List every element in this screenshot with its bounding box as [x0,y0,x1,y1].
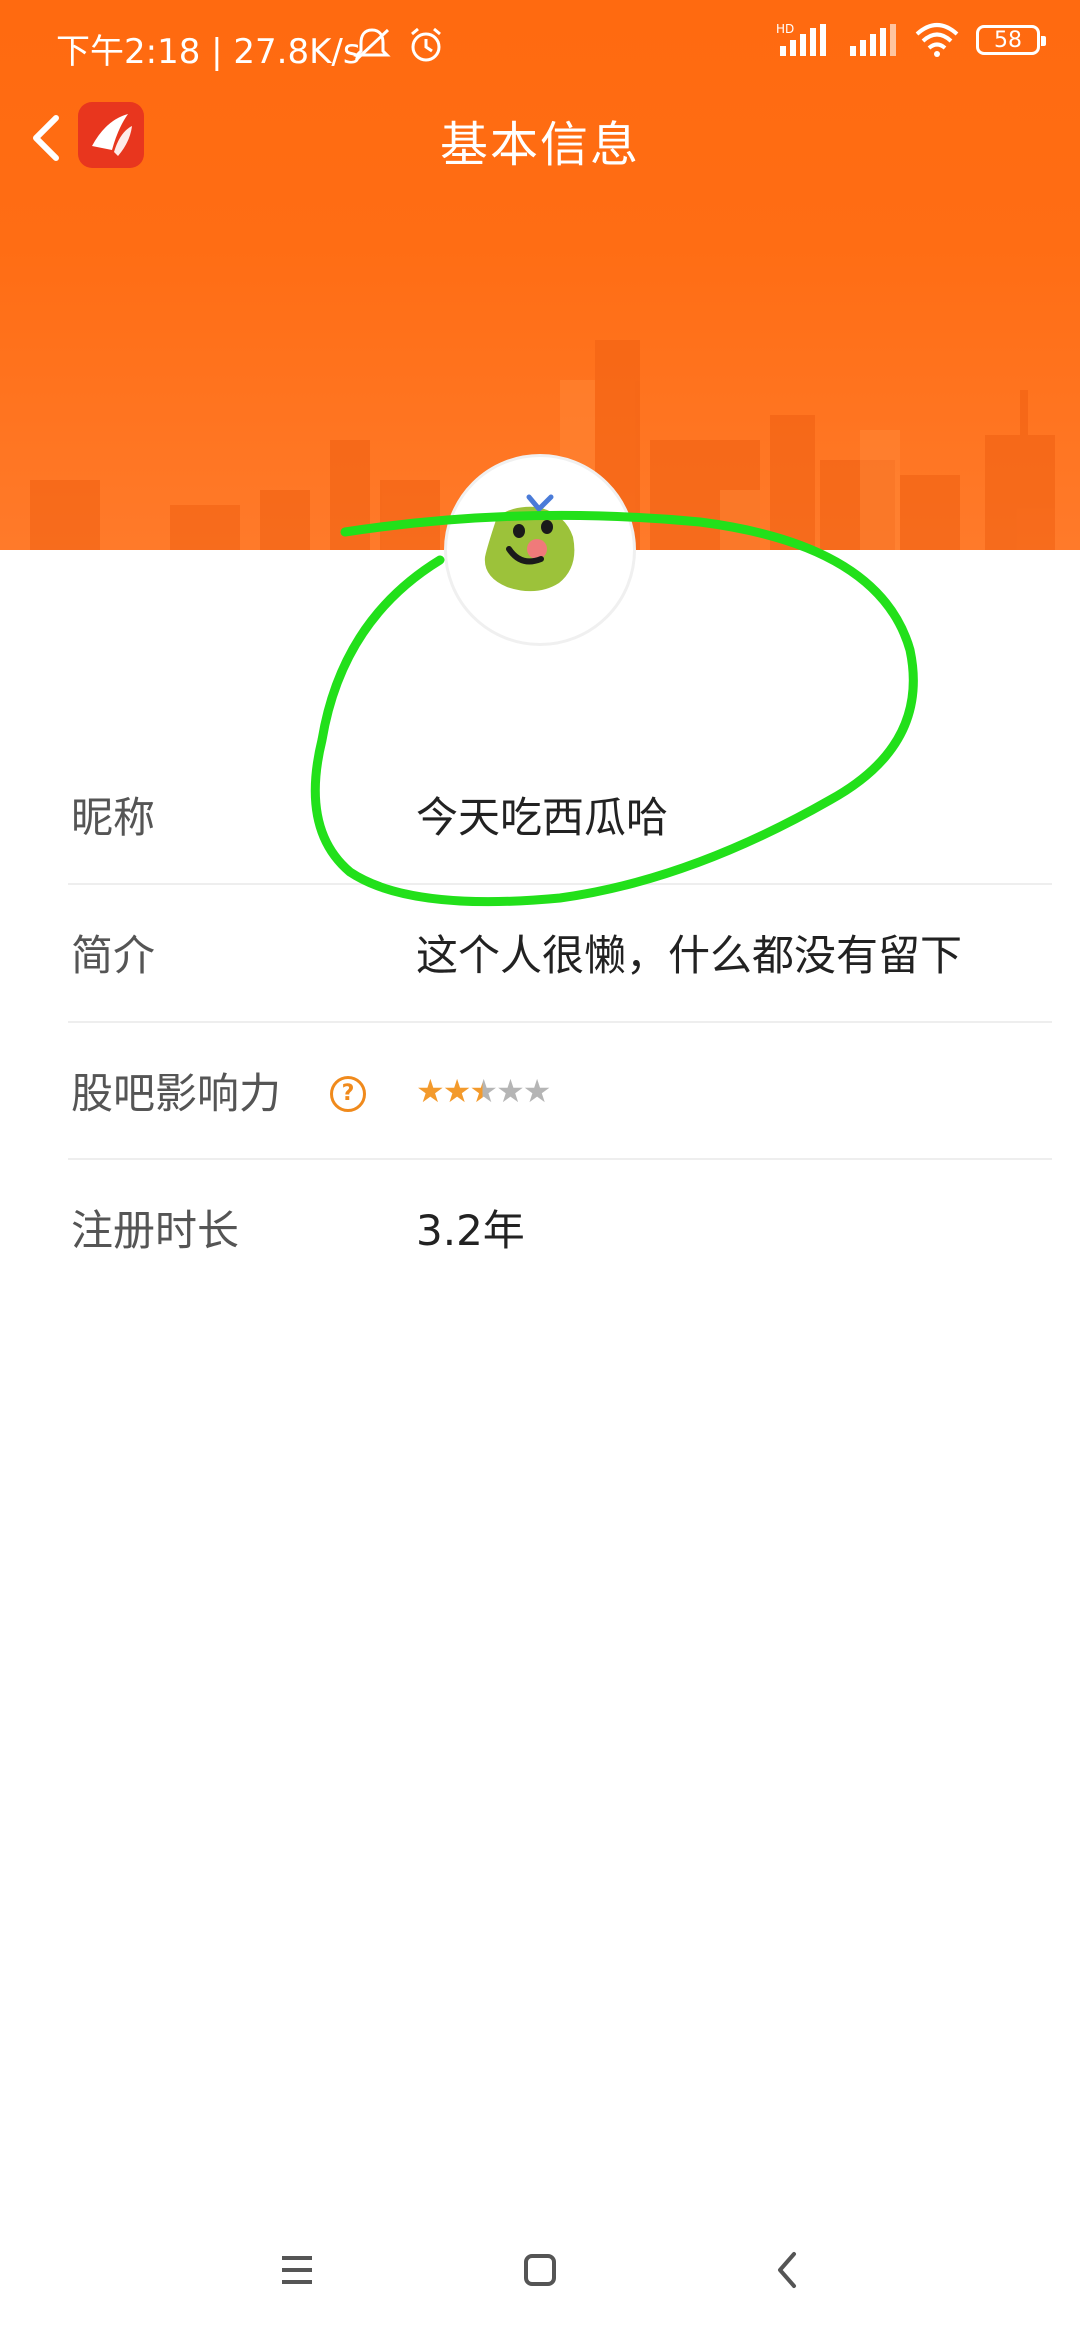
signal-icon [850,24,896,56]
divider [68,1021,1052,1023]
bio-label: 简介 [71,931,156,980]
battery-icon: 58 [976,25,1046,55]
nickname-label: 昵称 [71,793,156,842]
home-icon[interactable] [500,2230,580,2310]
nickname-value: 今天吃西瓜哈 [416,793,669,842]
divider [68,883,1052,885]
page-title: 基本信息 [439,117,640,173]
hd-signal-icon: HD [776,22,826,56]
status-bar: 下午2:18 | 27.8K/s HD 58 [0,0,1080,90]
influence-label: 股吧影响力 [71,1069,282,1118]
svg-text:HD: HD [776,22,794,36]
status-time: 下午2:18 | 27.8K/s [56,32,361,72]
registration-label: 注册时长 [71,1206,240,1255]
row-influence: 股吧影响力 ? ★★★★★ [68,1024,1052,1164]
help-icon[interactable]: ? [330,1076,366,1112]
mute-icon [353,28,391,62]
row-registration: 注册时长 3.2年 [68,1161,1052,1301]
battery-level: 58 [994,27,1022,53]
avatar[interactable] [444,454,636,646]
divider [68,1158,1052,1160]
row-nickname: 昵称 今天吃西瓜哈 [68,748,1052,888]
star-icon: ★ [442,1072,472,1110]
star-icon: ★ [496,1072,525,1110]
avatar-character-icon [484,494,575,592]
influence-rating: ★★★★★ [416,1072,552,1110]
half-star-icon: ★ [469,1072,498,1110]
back-icon[interactable] [748,2230,828,2310]
bio-value: 这个人很懒，什么都没有留下 [416,931,963,980]
star-icon: ★ [522,1072,552,1110]
menu-icon[interactable] [256,2230,336,2310]
row-bio: 简介 这个人很懒，什么都没有留下 [68,886,1052,1026]
alarm-icon [411,27,441,62]
registration-value: 3.2年 [416,1206,525,1255]
star-icon: ★ [416,1072,445,1110]
system-nav-bar [0,2230,1080,2310]
wifi-icon [915,23,959,57]
